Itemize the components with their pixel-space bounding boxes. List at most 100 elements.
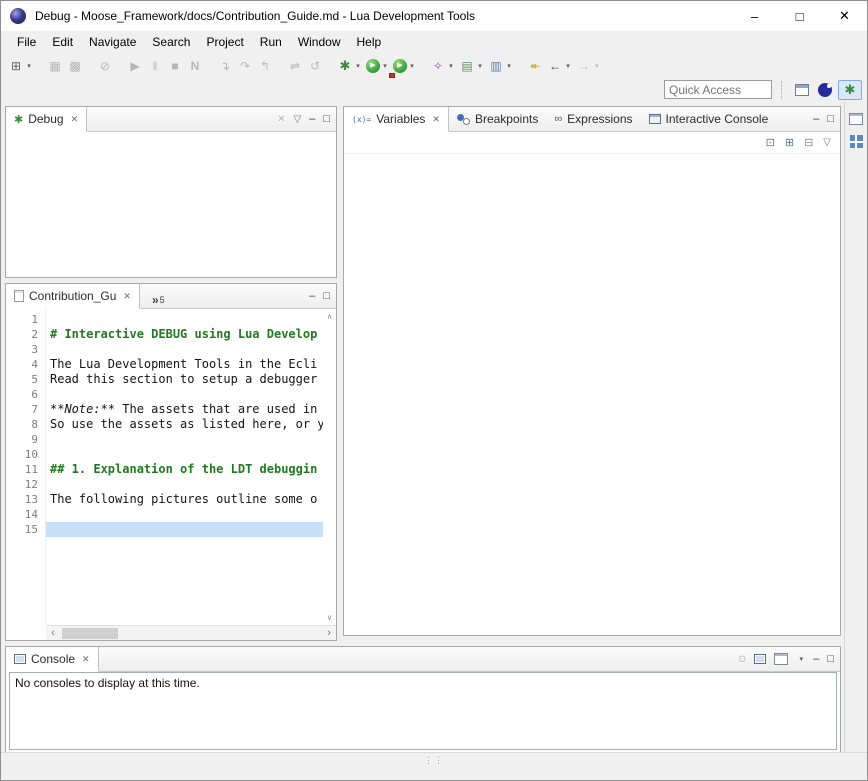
minimize-view-icon[interactable]: –	[309, 113, 315, 125]
chevron-down-icon[interactable]: ▾	[408, 62, 416, 70]
view-menu-icon[interactable]: ▽	[294, 114, 302, 125]
tab-interactive-console[interactable]: Interactive Console	[641, 107, 777, 131]
last-edit-location-button[interactable]: ↞	[525, 55, 545, 77]
external-tools-button[interactable]: ▶ ▾	[391, 55, 418, 77]
mark-occurrences-button[interactable]: ✧ ▾	[428, 55, 457, 77]
hidden-editors-button[interactable]: » 5	[146, 284, 171, 308]
chevron-down-icon[interactable]: ▾	[354, 62, 362, 70]
code-line[interactable]	[46, 507, 323, 522]
window-close-button[interactable]: ✕	[822, 1, 867, 31]
tab-variables[interactable]: (x)= Variables ✕	[344, 107, 449, 132]
chevron-down-icon[interactable]: ▾	[564, 62, 572, 70]
code-line[interactable]: The Lua Development Tools in the Ecli	[46, 357, 323, 372]
save-button[interactable]: ▦	[45, 55, 65, 77]
close-icon[interactable]: ✕	[82, 654, 90, 665]
scroll-right-icon[interactable]: ›	[322, 627, 336, 639]
debug-button[interactable]: ✱ ▾	[335, 55, 364, 77]
code-line[interactable]: ## 1. Explanation of the LDT debuggin	[46, 462, 323, 477]
quick-access-input[interactable]	[664, 80, 772, 99]
debug-perspective-button[interactable]: ✱	[838, 80, 862, 100]
scrollbar-thumb[interactable]	[62, 628, 118, 639]
new-snippet-button[interactable]: ▤ ▾	[457, 55, 486, 77]
restart-button[interactable]: ↺	[305, 55, 325, 77]
chevron-down-icon[interactable]: ▾	[593, 62, 601, 70]
tab-contribution-guide[interactable]: Contribution_Gu ✕	[6, 284, 140, 309]
chevron-down-icon[interactable]: ▾	[797, 655, 805, 663]
open-console-icon[interactable]	[774, 653, 788, 665]
menu-help[interactable]: Help	[349, 33, 390, 51]
tab-console[interactable]: Console ✕	[6, 647, 99, 672]
chevron-down-icon[interactable]: ▾	[25, 62, 33, 70]
scroll-down-icon[interactable]: ∨	[327, 613, 333, 622]
maximize-view-icon[interactable]: □	[323, 113, 330, 125]
new-button[interactable]: ⊞ ▾	[6, 55, 35, 77]
chevron-down-icon[interactable]: ▾	[447, 62, 455, 70]
restore-view-icon[interactable]	[849, 113, 863, 125]
window-maximize-button[interactable]: □	[777, 1, 822, 31]
chevron-down-icon[interactable]: ▾	[476, 62, 484, 70]
code-line[interactable]	[46, 387, 323, 402]
tab-breakpoints[interactable]: Breakpoints	[449, 107, 546, 131]
code-line[interactable]	[46, 312, 323, 327]
window-minimize-button[interactable]: –	[732, 1, 777, 31]
pin-console-icon[interactable]: ⊙	[738, 654, 746, 665]
collapse-all-icon[interactable]: ⊟	[804, 136, 813, 149]
chevron-down-icon[interactable]: ▾	[505, 62, 513, 70]
minimize-view-icon[interactable]: –	[309, 290, 315, 302]
close-icon[interactable]: ✕	[432, 114, 440, 125]
view-menu-icon[interactable]: ▽	[823, 137, 831, 148]
code-line[interactable]	[46, 432, 323, 447]
save-all-button[interactable]: ▩	[65, 55, 85, 77]
menu-window[interactable]: Window	[290, 33, 349, 51]
code-line[interactable]	[46, 342, 323, 357]
code-line[interactable]: Read this section to setup a debugger	[46, 372, 323, 387]
menu-edit[interactable]: Edit	[44, 33, 81, 51]
menu-navigate[interactable]: Navigate	[81, 33, 144, 51]
skip-all-breakpoints-button[interactable]: ⊘	[95, 55, 115, 77]
step-return-button[interactable]: ↰	[255, 55, 275, 77]
menu-file[interactable]: File	[9, 33, 44, 51]
maximize-view-icon[interactable]: □	[827, 653, 834, 665]
show-type-names-icon[interactable]: ⊡	[766, 136, 775, 149]
tab-expressions[interactable]: ∞ Expressions	[546, 107, 640, 131]
maximize-view-icon[interactable]: □	[827, 113, 834, 125]
line-number-gutter[interactable]: 1 2 3 4 5 6 7 8 9 10 11 12 13 14 15	[6, 309, 46, 625]
editor-horizontal-scrollbar[interactable]: ‹ ›	[46, 625, 336, 640]
remove-all-terminated-icon[interactable]: ✕	[277, 114, 285, 125]
lua-perspective-button[interactable]	[815, 80, 835, 100]
tab-debug[interactable]: ✱ Debug ✕	[6, 107, 87, 132]
open-perspective-button[interactable]	[792, 80, 812, 100]
code-line[interactable]: # Interactive DEBUG using Lua Develop	[46, 327, 323, 342]
scroll-left-icon[interactable]: ‹	[46, 627, 60, 639]
terminate-button[interactable]: ■	[165, 55, 185, 77]
menu-run[interactable]: Run	[252, 33, 290, 51]
maximize-view-icon[interactable]: □	[323, 290, 330, 302]
menu-project[interactable]: Project	[198, 33, 251, 51]
minimize-view-icon[interactable]: –	[813, 653, 819, 665]
code-line[interactable]: The following pictures outline some o	[46, 492, 323, 507]
suspend-button[interactable]: ‖	[145, 55, 165, 77]
minimized-view-icon[interactable]	[850, 135, 863, 148]
resume-button[interactable]: ▶	[125, 55, 145, 77]
disconnect-button[interactable]: N	[185, 55, 205, 77]
step-over-button[interactable]: ↷	[235, 55, 255, 77]
back-button[interactable]: ← ▾	[545, 55, 574, 77]
display-selected-console-icon[interactable]	[754, 654, 766, 664]
code-line[interactable]: So use the assets as listed here, or y	[46, 417, 323, 432]
step-into-button[interactable]: ↴	[215, 55, 235, 77]
close-icon[interactable]: ✕	[71, 114, 79, 125]
show-logical-structures-icon[interactable]: ⊞	[785, 136, 794, 149]
close-icon[interactable]: ✕	[123, 291, 131, 302]
code-area[interactable]: # Interactive DEBUG using Lua Develop Th…	[46, 309, 323, 625]
chevron-down-icon[interactable]: ▾	[381, 62, 389, 70]
scroll-up-icon[interactable]: ∧	[327, 312, 333, 321]
code-line-current[interactable]	[46, 522, 323, 537]
minimize-view-icon[interactable]: –	[813, 113, 819, 125]
open-element-button[interactable]: ▥ ▾	[486, 55, 515, 77]
forward-button[interactable]: → ▾	[574, 55, 603, 77]
code-line[interactable]: **Note:** The assets that are used in	[46, 402, 323, 417]
editor-vertical-scrollbar[interactable]: ∧ ∨	[323, 309, 336, 625]
menu-search[interactable]: Search	[144, 33, 198, 51]
drag-handle-icon[interactable]: ⋮⋮	[424, 755, 444, 766]
use-step-filters-button[interactable]: ⇌	[285, 55, 305, 77]
